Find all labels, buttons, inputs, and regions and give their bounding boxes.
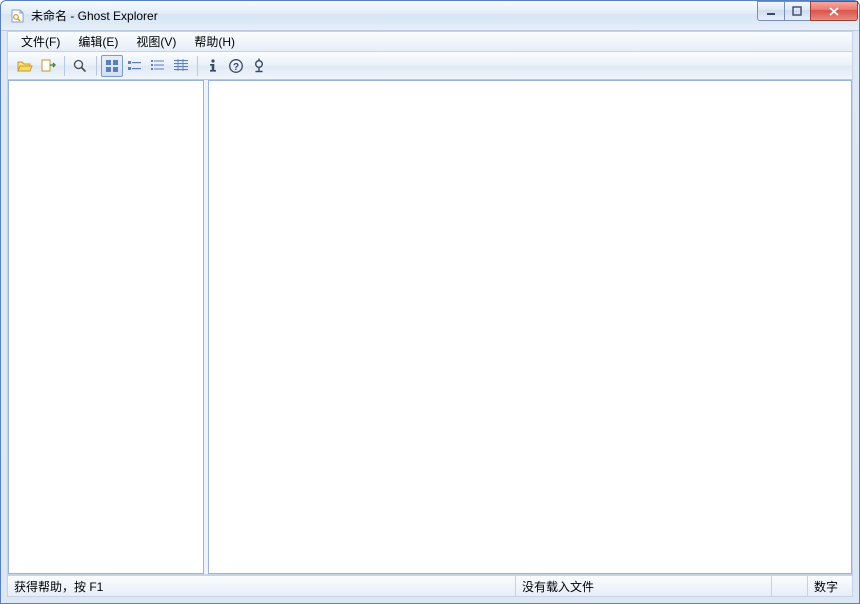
find-button[interactable] xyxy=(69,55,91,77)
properties-button[interactable] xyxy=(202,55,224,77)
minimize-button[interactable] xyxy=(757,1,785,21)
info-icon xyxy=(205,58,221,74)
window-title: 未命名 - Ghost Explorer xyxy=(31,7,158,24)
liveupdate-icon xyxy=(251,58,267,74)
svg-text:?: ? xyxy=(233,62,239,73)
app-icon xyxy=(9,8,25,24)
statusbar: 获得帮助，按 F1 没有载入文件 数字 xyxy=(7,575,853,597)
window-frame: 未命名 - Ghost Explorer 文件(F) 编辑(E) 视图(V) 帮… xyxy=(0,0,860,604)
minimize-icon xyxy=(766,6,777,17)
menu-file[interactable]: 文件(F) xyxy=(12,31,69,52)
liveupdate-button[interactable] xyxy=(248,55,270,77)
list-pane[interactable] xyxy=(208,80,852,574)
status-load-message: 没有载入文件 xyxy=(516,576,772,596)
maximize-icon xyxy=(792,6,803,17)
toolbar-separator xyxy=(197,56,198,76)
export-icon xyxy=(40,58,56,74)
menu-edit[interactable]: 编辑(E) xyxy=(69,31,127,52)
view-details-button[interactable] xyxy=(170,55,192,77)
titlebar[interactable]: 未命名 - Ghost Explorer xyxy=(1,1,859,31)
toolbar-separator xyxy=(96,56,97,76)
client-area xyxy=(7,80,853,575)
status-help-hint: 获得帮助，按 F1 xyxy=(8,576,516,596)
close-button[interactable] xyxy=(810,1,858,21)
toolbar: ? xyxy=(7,52,853,80)
status-caps-indicator xyxy=(772,576,808,596)
open-button[interactable] xyxy=(14,55,36,77)
panes-container xyxy=(8,80,852,574)
menubar: 文件(F) 编辑(E) 视图(V) 帮助(H) xyxy=(7,31,853,52)
export-button[interactable] xyxy=(37,55,59,77)
view-small-icons-button[interactable] xyxy=(124,55,146,77)
view-list-button[interactable] xyxy=(147,55,169,77)
small-icons-icon xyxy=(127,58,143,74)
magnifier-icon xyxy=(72,58,88,74)
maximize-button[interactable] xyxy=(784,1,811,21)
menu-help[interactable]: 帮助(H) xyxy=(185,31,244,52)
help-icon: ? xyxy=(228,58,244,74)
menu-view[interactable]: 视图(V) xyxy=(127,31,185,52)
close-icon xyxy=(828,6,840,17)
status-numlock-indicator: 数字 xyxy=(808,576,852,596)
open-folder-icon xyxy=(17,58,33,74)
window-controls xyxy=(758,1,858,22)
view-large-icons-button[interactable] xyxy=(101,55,123,77)
toolbar-separator xyxy=(64,56,65,76)
details-view-icon xyxy=(173,58,189,74)
help-button[interactable]: ? xyxy=(225,55,247,77)
large-icons-icon xyxy=(104,58,120,74)
list-view-icon xyxy=(150,58,166,74)
tree-pane[interactable] xyxy=(8,80,204,574)
